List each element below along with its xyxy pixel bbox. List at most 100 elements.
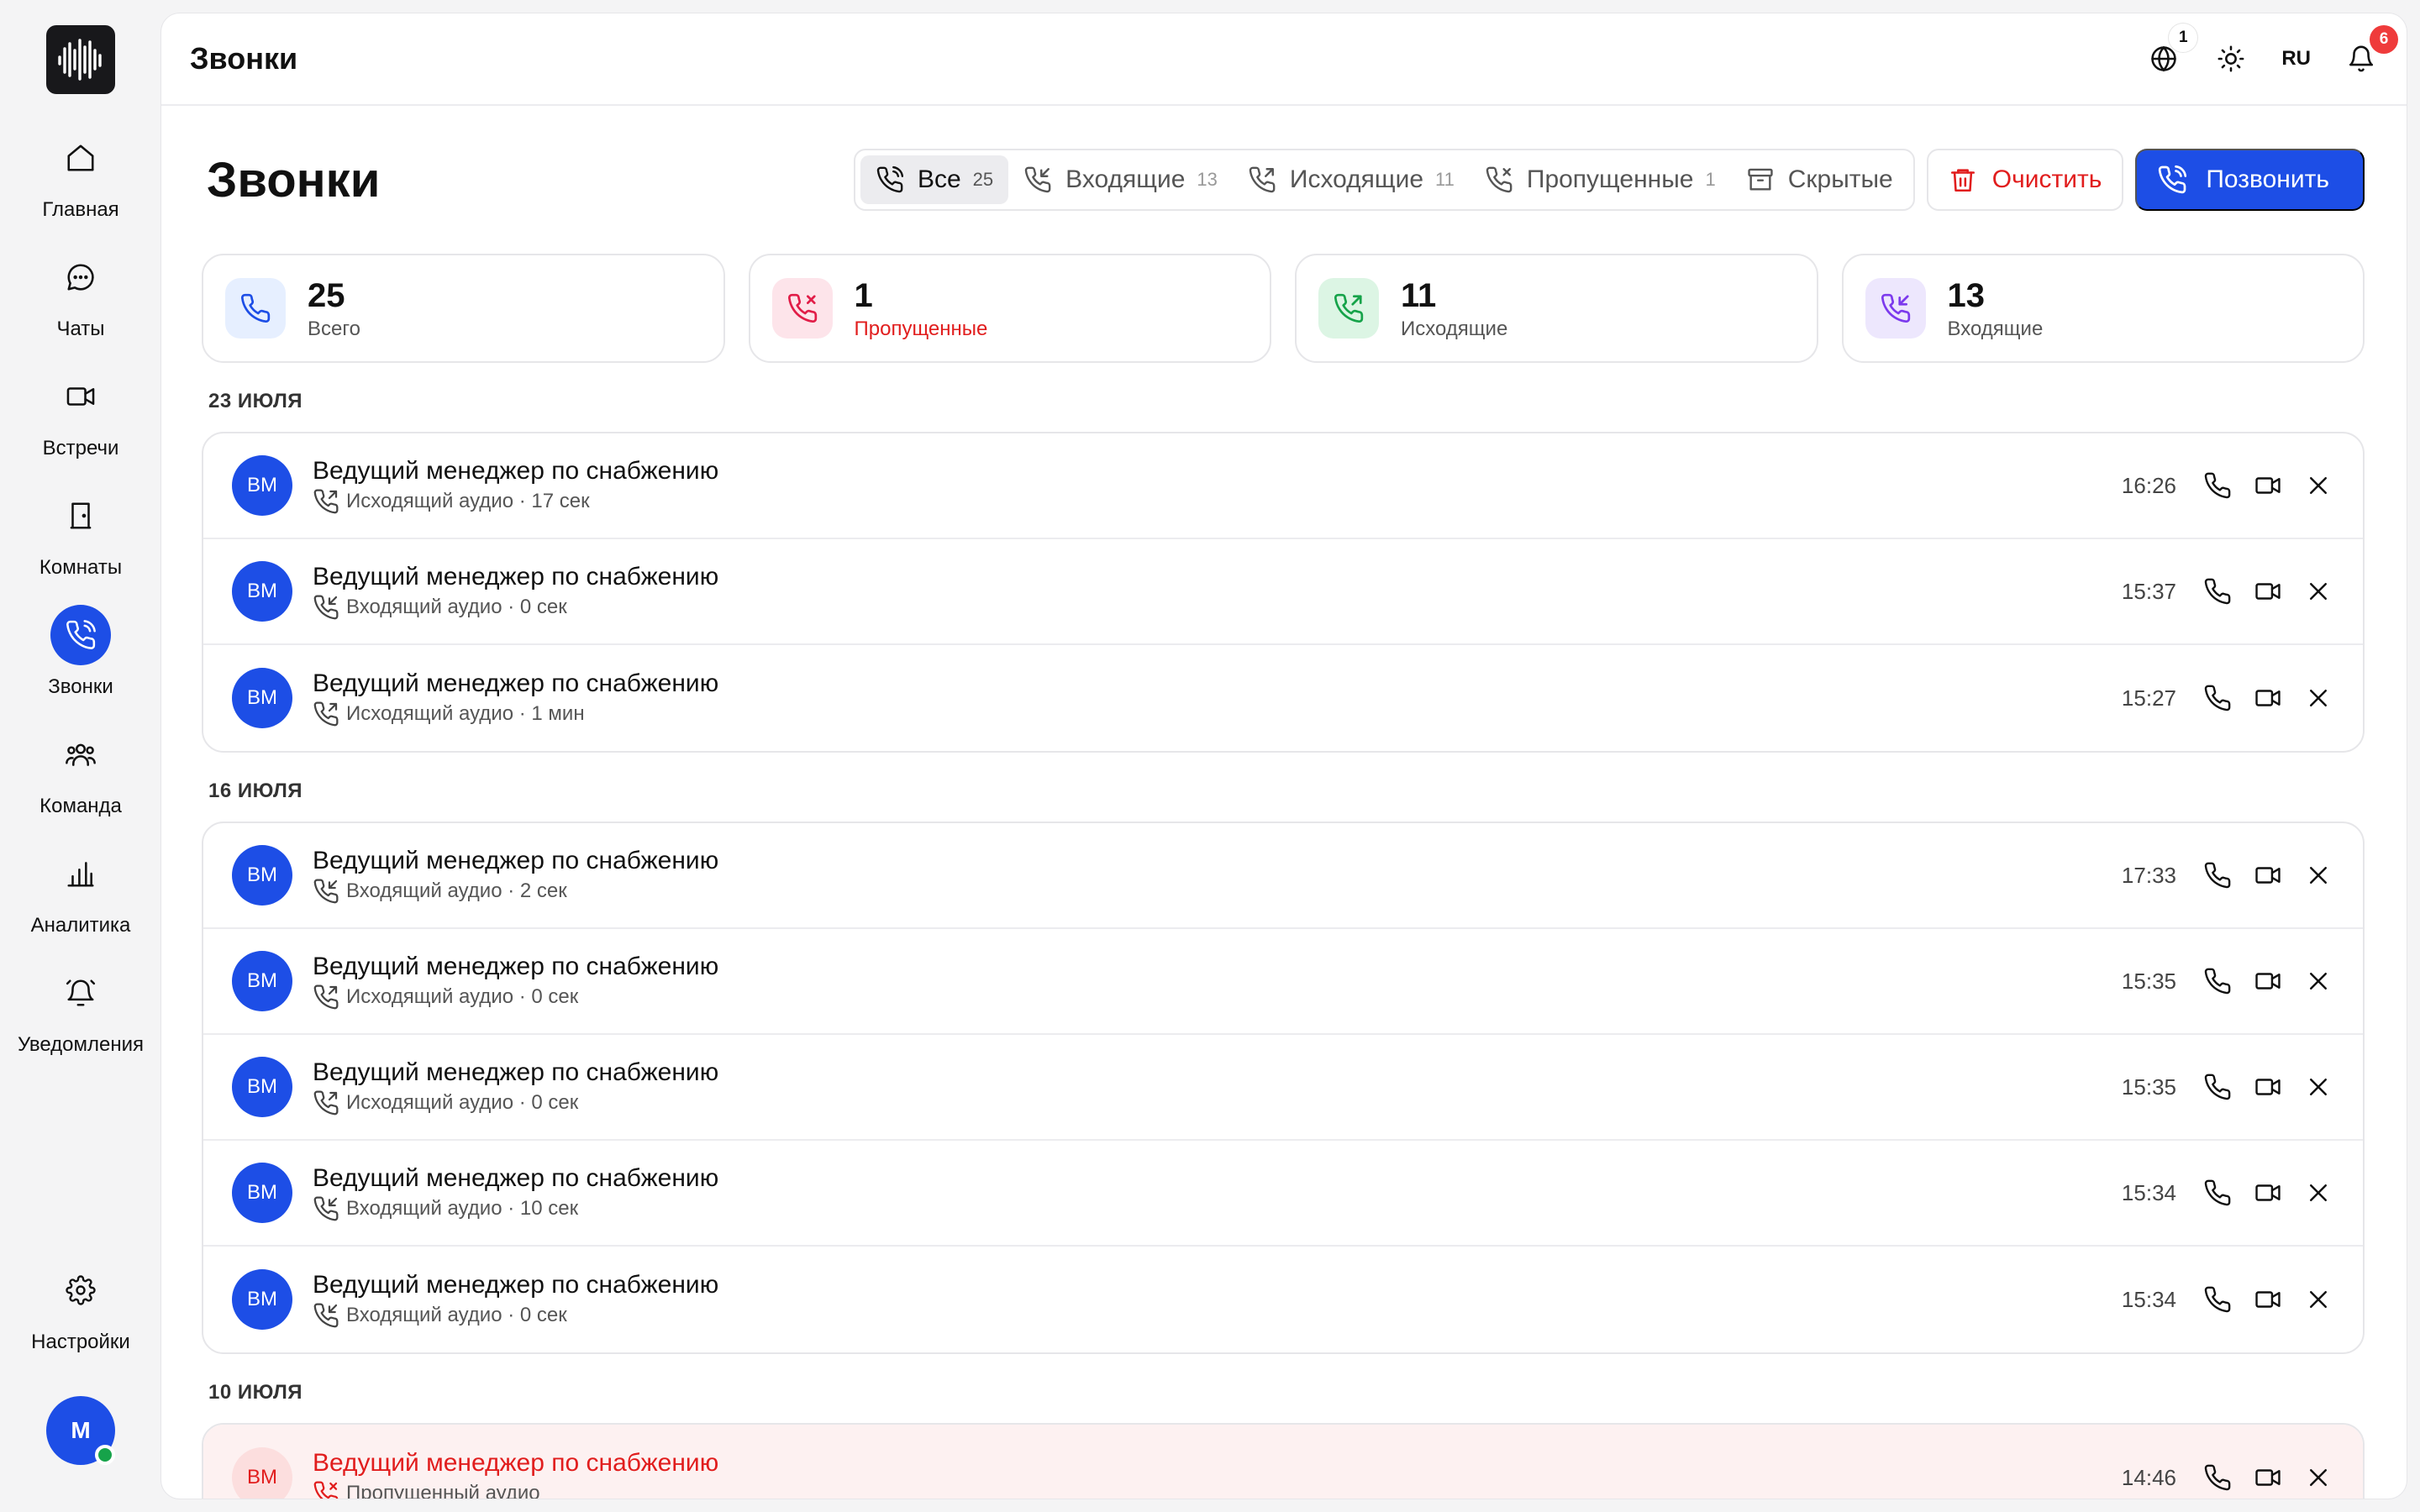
video-call-icon[interactable] [2254, 861, 2282, 890]
sun-icon [2217, 45, 2244, 72]
sidebar-item-label: Команда [39, 795, 122, 817]
close-icon[interactable] [2304, 684, 2333, 712]
audio-call-icon[interactable] [2203, 1179, 2232, 1207]
bell-icon [50, 963, 111, 1023]
sidebar-item-door[interactable]: Комнаты [0, 486, 161, 605]
close-icon[interactable] [2304, 967, 2333, 995]
video-call-icon[interactable] [2254, 471, 2282, 500]
sidebar-item-video[interactable]: Встречи [0, 366, 161, 486]
call-contact-name: Ведущий менеджер по снабжению [313, 563, 719, 591]
group-date: 10 ИЮЛЯ [208, 1381, 303, 1404]
call-group: ВМ Ведущий менеджер по снабжению Исходящ… [202, 432, 2365, 753]
call-row[interactable]: ВМ Ведущий менеджер по снабжению Исходящ… [203, 433, 2363, 539]
clear-button[interactable]: Очистить [1926, 149, 2124, 211]
call-group: ВМ Ведущий менеджер по снабжению Пропуще… [202, 1423, 2365, 1499]
audio-call-icon[interactable] [2203, 967, 2232, 995]
soundwave-logo-icon [58, 39, 102, 81]
video-call-icon[interactable] [2254, 577, 2282, 606]
notifications-badge: 6 [2370, 25, 2398, 54]
close-icon[interactable] [2304, 1073, 2333, 1101]
audio-call-icon[interactable] [2203, 471, 2232, 500]
sidebar-item-chat[interactable]: Чаты [0, 247, 161, 366]
tab-incoming[interactable]: Входящие 13 [1008, 155, 1233, 204]
close-icon[interactable] [2304, 861, 2333, 890]
video-call-icon[interactable] [2254, 1463, 2282, 1492]
call-row[interactable]: ВМ Ведущий менеджер по снабжению Исходящ… [203, 645, 2363, 751]
sidebar-item-settings[interactable]: Настройки [0, 1260, 161, 1354]
audio-call-icon[interactable] [2203, 1463, 2232, 1492]
call-row[interactable]: ВМ Ведущий менеджер по снабжению Исходящ… [203, 929, 2363, 1035]
sidebar-item-label: Встречи [42, 437, 119, 459]
sidebar-item-phone[interactable]: Звонки [0, 605, 161, 724]
call-details: Входящий аудио · 0 сек [346, 596, 567, 618]
phone-missed-icon [1485, 165, 1513, 194]
globe-badge: 1 [2169, 24, 2198, 52]
audio-call-icon[interactable] [2203, 1285, 2232, 1314]
call-time: 15:34 [2121, 1179, 2176, 1205]
video-call-icon[interactable] [2254, 1073, 2282, 1101]
tab-hidden[interactable]: Скрытые [1731, 155, 1908, 204]
video-call-icon[interactable] [2254, 967, 2282, 995]
video-call-icon[interactable] [2254, 1179, 2282, 1207]
video-call-icon[interactable] [2254, 684, 2282, 712]
stat-label: Входящие [1947, 318, 2044, 340]
sidebar-item-bell[interactable]: Уведомления [0, 963, 161, 1082]
tab-missed[interactable]: Пропущенные 1 [1470, 155, 1731, 204]
content: Звонки Все 25 Входящие 13 Исходящие 11 Проп… [161, 106, 2407, 1499]
sidebar-item-team[interactable]: Команда [0, 724, 161, 843]
phone-outgoing-icon [313, 984, 339, 1011]
avatar: ВМ [232, 561, 292, 622]
sidebar-item-analytics[interactable]: Аналитика [0, 843, 161, 963]
phone-incoming-icon [1865, 278, 1926, 339]
notifications-button[interactable]: 6 [2344, 25, 2398, 76]
stat-card-incoming: 13 Входящие [1841, 254, 2365, 363]
call-row[interactable]: ВМ Ведущий менеджер по снабжению Пропуще… [203, 1425, 2363, 1499]
phone-outgoing-icon [313, 488, 339, 515]
theme-toggle-button[interactable] [2214, 42, 2248, 76]
sidebar-item-label: Аналитика [30, 914, 131, 937]
video-call-icon[interactable] [2254, 1285, 2282, 1314]
call-row[interactable]: ВМ Ведущий менеджер по снабжению Входящи… [203, 1247, 2363, 1352]
call-contact-name: Ведущий менеджер по снабжению [313, 953, 719, 980]
call-history: 23 ИЮЛЯ ВМ Ведущий менеджер по снабжению… [202, 363, 2365, 1499]
audio-call-icon[interactable] [2203, 684, 2232, 712]
app-logo[interactable] [46, 25, 115, 94]
close-icon[interactable] [2304, 1285, 2333, 1314]
stat-label: Пропущенные [854, 318, 988, 340]
phone-icon [876, 165, 904, 194]
call-row[interactable]: ВМ Ведущий менеджер по снабжению Входящи… [203, 1141, 2363, 1247]
call-button[interactable]: Позвонить [2135, 149, 2365, 211]
call-details: Входящий аудио · 0 сек [346, 1304, 567, 1326]
call-details: Пропущенный аудио [346, 1482, 540, 1499]
avatar: ВМ [232, 1269, 292, 1330]
stat-card-missed: 1 Пропущенные [748, 254, 1271, 363]
home-icon [50, 128, 111, 188]
avatar: ВМ [232, 1057, 292, 1117]
tab-label: Исходящие [1289, 165, 1424, 193]
chat-icon [50, 247, 111, 307]
call-row[interactable]: ВМ Ведущий менеджер по снабжению Входящи… [203, 539, 2363, 645]
avatar: ВМ [232, 1163, 292, 1223]
tab-outgoing[interactable]: Исходящие 11 [1233, 155, 1470, 204]
close-icon[interactable] [2304, 1179, 2333, 1207]
audio-call-icon[interactable] [2203, 861, 2232, 890]
phone-icon [50, 605, 111, 665]
globe-button[interactable]: 1 [2147, 24, 2198, 76]
call-time: 15:37 [2121, 578, 2176, 604]
close-icon[interactable] [2304, 1463, 2333, 1492]
tab-all[interactable]: Все 25 [860, 155, 1009, 204]
audio-call-icon[interactable] [2203, 577, 2232, 606]
call-row[interactable]: ВМ Ведущий менеджер по снабжению Исходящ… [203, 1035, 2363, 1141]
gear-icon [50, 1260, 111, 1320]
call-details: Исходящий аудио · 1 мин [346, 702, 585, 725]
stat-label: Исходящие [1401, 318, 1508, 340]
sidebar: Главная Чаты Встречи Комнаты Звонки Кома… [0, 0, 161, 1512]
language-button[interactable]: RU [2281, 42, 2311, 76]
call-row[interactable]: ВМ Ведущий менеджер по снабжению Входящи… [203, 823, 2363, 929]
audio-call-icon[interactable] [2203, 1073, 2232, 1101]
sidebar-item-home[interactable]: Главная [0, 128, 161, 247]
close-icon[interactable] [2304, 471, 2333, 500]
topbar: Звонки 1 RU 6 [161, 13, 2407, 106]
stat-value: 25 [308, 277, 345, 314]
close-icon[interactable] [2304, 577, 2333, 606]
